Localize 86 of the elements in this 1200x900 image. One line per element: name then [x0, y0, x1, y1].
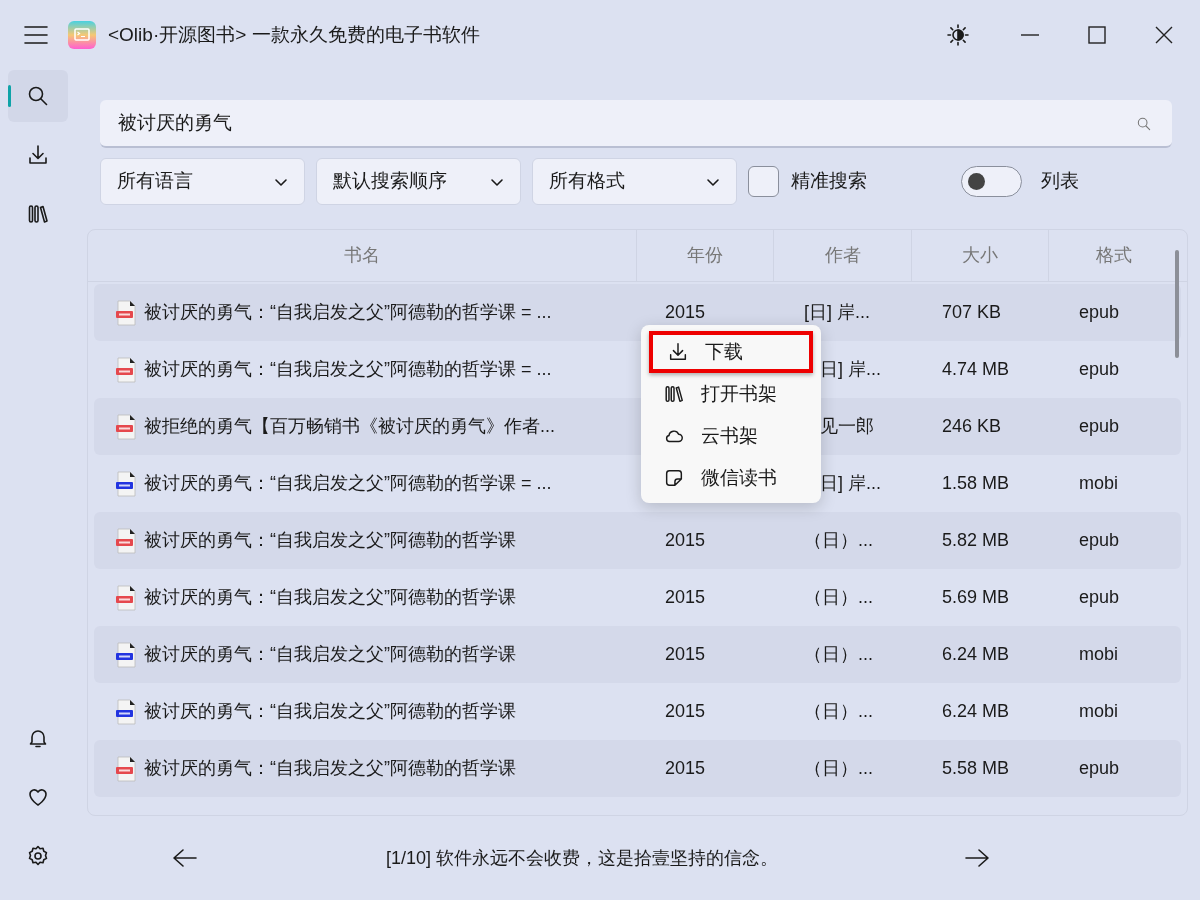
sticky-note-icon — [663, 467, 685, 489]
table-cell: 2015 — [665, 530, 706, 550]
table-cell: mobi — [1079, 644, 1118, 664]
exact-search-checkbox[interactable] — [748, 166, 779, 197]
table-cell: epub — [1079, 587, 1120, 607]
table-cell: epub — [1079, 530, 1120, 550]
table-cell: 2015 — [665, 701, 706, 721]
table-cell: 2015 — [665, 644, 706, 664]
table-cell: 246 KB — [942, 416, 1002, 436]
table-cell: （日）... — [804, 758, 873, 778]
table-cell: [日] 岸... — [804, 302, 870, 322]
ebook-file-icon — [116, 527, 136, 554]
table-cell: 707 KB — [942, 302, 1002, 322]
table-cell-text: 被讨厌的勇气：“自我启发之父”阿德勒的哲学课 — [144, 757, 516, 780]
table-cell: 见一郎 — [820, 416, 874, 436]
table-cell-text: 被讨厌的勇气：“自我启发之父”阿德勒的哲学课 — [144, 643, 516, 666]
arrow-right-icon — [964, 848, 990, 868]
table-cell: mobi — [1079, 701, 1118, 721]
table-cell: 5.82 MB — [942, 530, 1010, 550]
filter-dropdown[interactable]: 默认搜索顺序 — [316, 158, 521, 205]
search-icon — [26, 84, 50, 108]
table-cell-text: 被讨厌的勇气：“自我启发之父”阿德勒的哲学课 — [144, 586, 516, 609]
books-icon — [26, 202, 50, 226]
table-cell: （日）... — [804, 701, 873, 721]
download-icon — [667, 341, 689, 363]
menu-icon — [23, 25, 49, 45]
ebook-file-icon — [116, 698, 136, 725]
search-icon — [1136, 116, 1152, 132]
brightness-icon — [946, 23, 970, 47]
table-cell-text: 被讨厌的勇气：“自我启发之父”阿德勒的哲学课 = ... — [144, 472, 552, 495]
ebook-file-icon — [116, 413, 136, 440]
minimize-icon — [1021, 34, 1039, 36]
maximize-icon — [1088, 26, 1106, 44]
table-cell: 2015 — [665, 587, 706, 607]
list-view-toggle[interactable] — [961, 166, 1022, 197]
column-header[interactable]: 书名 — [88, 230, 637, 281]
checkbox-label: 精准搜索 — [791, 169, 867, 194]
table-cell-text: 被讨厌的勇气：“自我启发之父”阿德勒的哲学课 = ... — [144, 358, 552, 381]
ebook-file-icon — [116, 641, 136, 668]
table-cell: 6.24 MB — [942, 701, 1010, 721]
arrow-left-icon — [172, 848, 198, 868]
table-cell: epub — [1079, 758, 1120, 778]
ebook-file-icon — [116, 584, 136, 611]
close-icon — [1155, 26, 1173, 44]
column-header[interactable]: 年份 — [637, 230, 774, 281]
table-cell: epub — [1079, 302, 1120, 322]
table-cell: 日] 岸... — [820, 473, 881, 493]
table-cell: 6.24 MB — [942, 644, 1010, 664]
table-cell-text: 被讨厌的勇气：“自我启发之父”阿德勒的哲学课 — [144, 700, 516, 723]
filter-dropdown[interactable]: 所有格式 — [532, 158, 737, 205]
table-cell: epub — [1079, 416, 1120, 436]
column-header[interactable]: 大小 — [912, 230, 1049, 281]
context-menu-item[interactable]: 微信读书 — [649, 457, 813, 499]
table-cell-text: 被讨厌的勇气：“自我启发之父”阿德勒的哲学课 = ... — [144, 301, 552, 324]
table-cell: 2015 — [665, 302, 706, 322]
table-cell: 5.69 MB — [942, 587, 1010, 607]
books-icon — [663, 383, 685, 405]
footer-message: [1/10] 软件永远不会收费，这是拾壹坚持的信念。 — [384, 846, 779, 870]
filter-dropdown[interactable]: 所有语言 — [100, 158, 305, 205]
table-cell-text: 被讨厌的勇气：“自我启发之父”阿德勒的哲学课 — [144, 529, 516, 552]
table-cell: 1.58 MB — [942, 473, 1010, 493]
table-cell: （日）... — [804, 587, 873, 607]
ebook-file-icon — [116, 299, 136, 326]
toggle-label: 列表 — [1041, 169, 1079, 194]
table-cell: 日] 岸... — [820, 359, 881, 379]
ebook-file-icon — [116, 356, 136, 383]
column-header[interactable]: 格式 — [1049, 230, 1179, 281]
table-cell: 4.74 MB — [942, 359, 1010, 379]
table-cell: epub — [1079, 359, 1120, 379]
table-cell: mobi — [1079, 473, 1118, 493]
table-cell: 2015 — [665, 758, 706, 778]
window-title: <Olib·开源图书> 一款永久免费的电子书软件 — [108, 22, 480, 47]
table-cell: （日）... — [804, 530, 873, 550]
scrollbar[interactable] — [1175, 250, 1179, 358]
download-icon — [26, 143, 50, 167]
table-cell-text: 被拒绝的勇气【百万畅销书《被讨厌的勇气》作者... — [144, 415, 555, 438]
ebook-file-icon — [116, 755, 136, 782]
context-menu-item[interactable]: 下载 — [649, 331, 813, 373]
settings-icon — [26, 844, 50, 868]
table-cell: 5.58 MB — [942, 758, 1010, 778]
table-cell: （日）... — [804, 644, 873, 664]
search-field[interactable]: 被讨厌的勇气 — [100, 100, 1172, 148]
context-menu-item[interactable]: 打开书架 — [649, 373, 813, 415]
ebook-file-icon — [116, 470, 136, 497]
app-logo-icon — [68, 21, 96, 49]
context-menu-item[interactable]: 云书架 — [649, 415, 813, 457]
